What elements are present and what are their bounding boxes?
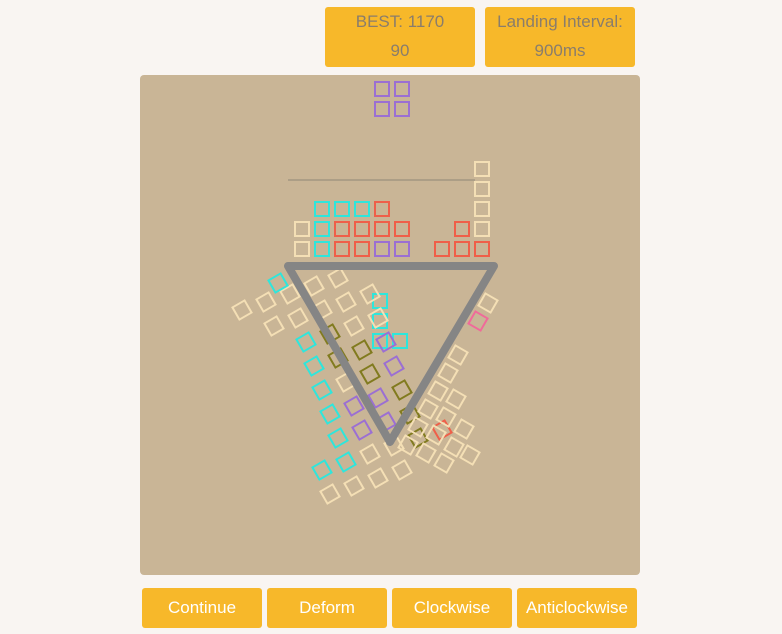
landing-interval-label: Landing Interval:	[497, 12, 623, 31]
falling-block	[374, 101, 390, 117]
stacked-block	[374, 201, 390, 217]
stacked-block	[314, 221, 330, 237]
stacked-block	[354, 221, 370, 237]
landing-interval-value: 900ms	[534, 41, 586, 60]
left-stack-block	[303, 355, 325, 377]
stacked-block	[314, 241, 330, 257]
left-stack-block	[351, 419, 373, 441]
left-stack-block	[319, 403, 341, 425]
deform-button[interactable]: Deform	[267, 588, 387, 628]
left-stack-block	[263, 315, 285, 337]
stacked-block	[454, 241, 470, 257]
left-stack-block	[287, 307, 309, 329]
left-stack-block	[311, 459, 333, 481]
right-stack-block	[445, 388, 467, 410]
right-stack-block	[477, 292, 499, 314]
falling-block	[374, 81, 390, 97]
falling-block	[394, 81, 410, 97]
right-stack-block	[459, 444, 481, 466]
stacked-block	[334, 241, 350, 257]
stacked-block	[314, 201, 330, 217]
left-stack-block	[391, 459, 413, 481]
stacked-block	[354, 201, 370, 217]
stacked-block	[474, 181, 490, 197]
left-stack-block	[335, 291, 357, 313]
left-stack-block	[367, 467, 389, 489]
landing-interval-panel: Landing Interval: 900ms	[485, 7, 635, 67]
stacked-block	[434, 241, 450, 257]
left-stack-block	[383, 355, 405, 377]
stacked-block	[294, 221, 310, 237]
stacked-block	[374, 221, 390, 237]
left-stack-block	[295, 331, 317, 353]
right-stack-block	[447, 344, 469, 366]
left-stack-block	[255, 291, 277, 313]
right-stack-block	[467, 310, 489, 332]
stacked-block	[334, 221, 350, 237]
right-stack-block	[417, 398, 439, 420]
stacked-block	[374, 241, 390, 257]
stacked-block	[394, 221, 410, 237]
right-stack-block	[443, 436, 465, 458]
left-stack-block	[359, 363, 381, 385]
right-stack-block	[437, 362, 459, 384]
right-stack-block	[453, 418, 475, 440]
stacked-block	[474, 221, 490, 237]
left-stack-block	[335, 451, 357, 473]
left-stack-block	[359, 443, 381, 465]
clockwise-button[interactable]: Clockwise	[392, 588, 512, 628]
stacked-block	[334, 201, 350, 217]
board-canvas	[231, 81, 499, 505]
right-stack-block	[433, 452, 455, 474]
stacked-block	[354, 241, 370, 257]
left-stack-block	[311, 379, 333, 401]
anticlockwise-button[interactable]: Anticlockwise	[517, 588, 637, 628]
best-score-panel: BEST: 1170 90	[325, 7, 475, 67]
left-stack-block	[319, 483, 341, 505]
best-score-label: BEST: 1170	[355, 12, 445, 31]
left-stack-block	[351, 339, 373, 361]
stacked-block	[474, 161, 490, 177]
right-stack-block	[427, 380, 449, 402]
game-board[interactable]	[140, 75, 640, 575]
stacked-block	[294, 241, 310, 257]
stacked-block	[394, 241, 410, 257]
stacked-block	[474, 201, 490, 217]
left-stack-block	[391, 379, 413, 401]
continue-button[interactable]: Continue	[142, 588, 262, 628]
left-stack-block	[343, 315, 365, 337]
left-stack-block	[231, 299, 253, 321]
left-stack-block	[327, 427, 349, 449]
blocks-layer	[231, 81, 499, 505]
current-score: 90	[390, 41, 410, 60]
left-stack-block	[327, 267, 349, 289]
falling-block	[394, 101, 410, 117]
stacked-block	[474, 241, 490, 257]
left-stack-block	[343, 475, 365, 497]
left-stack-block	[367, 307, 389, 329]
stacked-block	[454, 221, 470, 237]
